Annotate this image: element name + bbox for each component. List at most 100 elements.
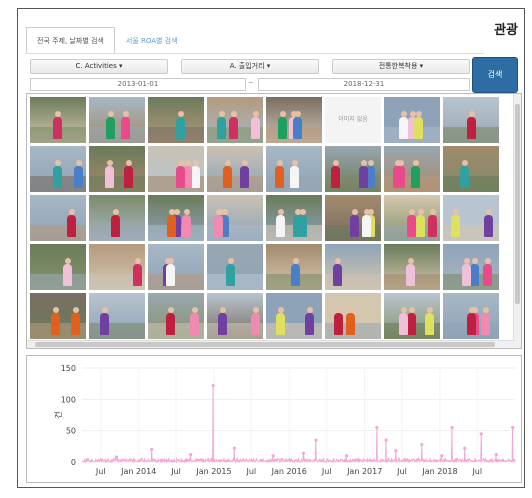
scrollbar-thumb[interactable] [515,104,520,304]
photo-thumbnail[interactable] [89,97,145,143]
person-figure [53,117,62,139]
photo-thumbnail[interactable] [384,293,440,339]
photo-thumbnail[interactable] [148,244,204,290]
scrollbar-thumb[interactable] [35,342,495,347]
person-head [291,160,298,166]
person-head [241,160,248,166]
y-tick-label: 150 [61,364,76,373]
photo-thumbnail[interactable] [207,97,263,143]
photo-thumbnail[interactable] [89,195,145,241]
photo-thumbnail[interactable] [384,97,440,143]
x-tick-label: Jan 2016 [271,467,307,476]
photo-thumbnail[interactable] [384,146,440,192]
photo-ground [30,274,86,290]
photo-thumbnail[interactable] [443,195,499,241]
person-figure [275,166,284,188]
person-head [279,111,286,117]
data-point [232,446,236,450]
person-head [122,111,129,117]
photo-ground [207,274,263,290]
tab-national-search[interactable]: 전국 주제, 날짜별 검색 [26,27,115,53]
data-point [420,442,424,447]
photo-thumbnail[interactable] [325,146,381,192]
x-tick-label: Jul [95,467,106,476]
activities-dropdown[interactable]: C. Activities ▾ [30,59,168,74]
photo-thumbnail[interactable] [325,195,381,241]
photo-thumbnail[interactable] [266,97,322,143]
person-head [332,160,339,166]
photo-thumbnail[interactable] [30,293,86,339]
person-figure [276,313,285,335]
photo-thumbnail[interactable] [207,244,263,290]
photo-thumbnail[interactable] [89,244,145,290]
gallery-horizontal-scrollbar[interactable] [27,340,515,348]
photo-thumbnail[interactable] [207,293,263,339]
person-figure [278,117,287,139]
person-head [363,209,370,215]
person-figure [105,166,114,188]
photo-thumbnail[interactable] [89,293,145,339]
person-figure [214,215,223,237]
x-tick-label: Jan 2015 [195,467,231,476]
photo-thumbnail[interactable] [266,146,322,192]
data-point [394,449,398,453]
photo-thumbnail[interactable] [443,244,499,290]
person-head [351,209,358,215]
data-point [375,425,379,430]
person-head [461,160,468,166]
photo-thumbnail[interactable] [30,195,86,241]
photo-thumbnail[interactable] [207,146,263,192]
gallery-vertical-scrollbar[interactable] [513,94,521,348]
app-frame: 관광 전국 주제, 날짜별 검색 서울 ROA별 검색 C. Activitie… [17,8,525,488]
photo-thumbnail[interactable] [148,97,204,143]
tab-seoul-roa-search[interactable]: 서울 ROA별 검색 [114,27,189,53]
data-point [271,454,275,458]
person-head [482,307,489,313]
person-figure [470,264,479,286]
photo-thumbnail[interactable] [325,244,381,290]
photo-thumbnail[interactable] [148,146,204,192]
x-tick-label: Jan 2017 [346,467,382,476]
photo-thumbnail[interactable] [89,146,145,192]
no-image-placeholder[interactable]: 이미지 없음 [325,97,381,143]
person-figure [407,215,416,237]
person-head [227,258,234,264]
person-head [215,209,222,215]
photo-thumbnail[interactable] [443,293,499,339]
person-figure [67,215,76,237]
distance-dropdown[interactable]: A. 출입거리 ▾ [181,59,319,74]
person-head [64,258,71,264]
person-head [230,111,237,117]
person-head [426,307,433,313]
person-head [415,111,422,117]
photo-thumbnail[interactable] [30,146,86,192]
photo-thumbnail[interactable] [148,195,204,241]
person-head [471,258,478,264]
photo-ground [89,127,145,143]
hanbok-dropdown[interactable]: 전통한복착용 ▾ [332,59,470,74]
person-figure [411,166,420,188]
person-figure [182,215,191,237]
photo-thumbnail[interactable] [148,293,204,339]
y-tick-label: 50 [66,427,76,436]
photo-thumbnail[interactable] [30,244,86,290]
photo-thumbnail[interactable] [443,97,499,143]
end-date-input[interactable]: 2018-12-31 [258,78,470,91]
photo-thumbnail[interactable] [266,195,322,241]
start-date-input[interactable]: 2013-01-01 [30,78,246,91]
photo-thumbnail[interactable] [266,244,322,290]
photo-thumbnail[interactable] [207,195,263,241]
photo-thumbnail[interactable] [325,293,381,339]
person-figure [293,117,302,139]
person-head [277,307,284,313]
search-button[interactable]: 검색 [472,57,518,93]
photo-thumbnail[interactable] [384,195,440,241]
person-head [306,307,313,313]
person-head [224,160,231,166]
person-figure [451,215,460,237]
person-head [468,307,475,313]
photo-thumbnail[interactable] [384,244,440,290]
photo-thumbnail[interactable] [266,293,322,339]
photo-thumbnail[interactable] [443,146,499,192]
photo-thumbnail[interactable] [30,97,86,143]
